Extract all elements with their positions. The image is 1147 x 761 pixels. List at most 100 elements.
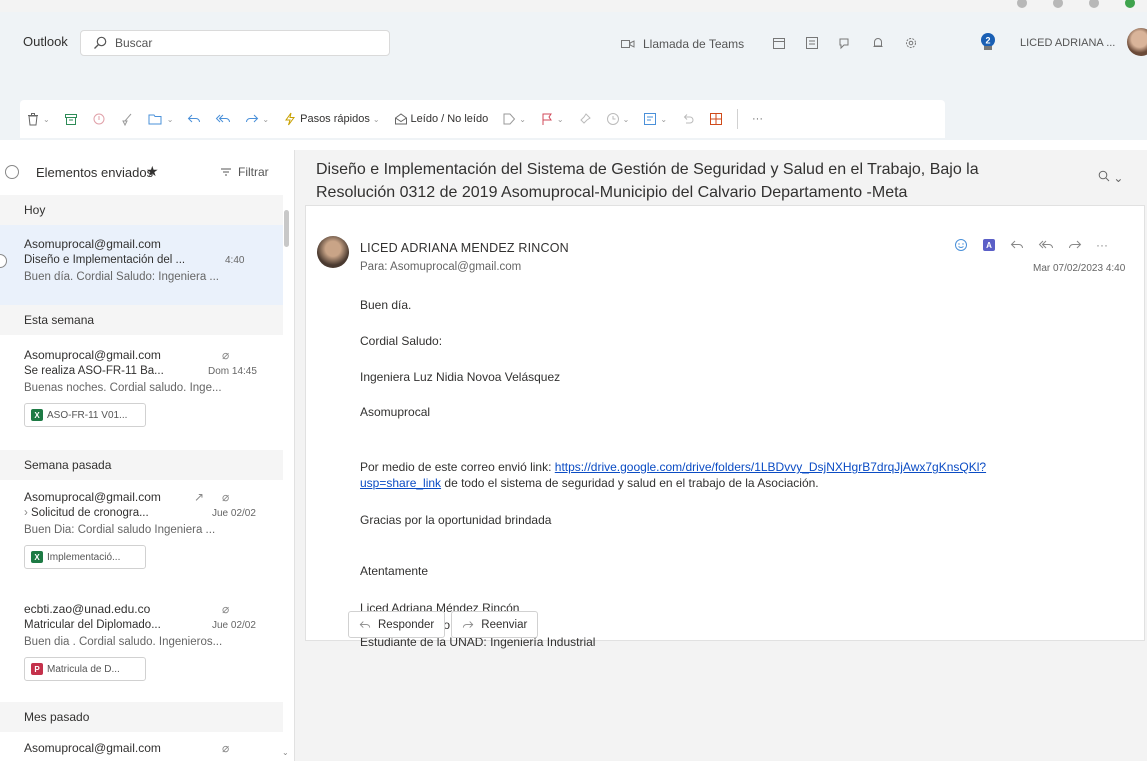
user-avatar[interactable] xyxy=(1127,28,1147,56)
search-input[interactable] xyxy=(115,36,355,50)
calendar-icon[interactable] xyxy=(770,34,788,52)
pdf-file-icon: P xyxy=(31,663,43,675)
reply-label: Responder xyxy=(378,618,435,631)
attachment-chip[interactable]: P Matricula de D... xyxy=(24,657,146,681)
excel-file-icon: X xyxy=(31,551,43,563)
bell-icon[interactable] xyxy=(869,34,887,52)
filter-button[interactable]: Filtrar xyxy=(220,165,269,179)
link-outro: de todo el sistema de seguridad y salud … xyxy=(441,476,819,490)
app-brand[interactable]: Outlook xyxy=(23,34,68,49)
list-scrollbar[interactable] xyxy=(284,210,289,247)
apps-button[interactable] xyxy=(709,112,723,126)
reply-all-icon[interactable] xyxy=(1038,238,1054,252)
reply-icon[interactable] xyxy=(1010,238,1024,252)
scroll-down-icon[interactable]: ⌄ xyxy=(282,748,289,757)
select-all-checkbox[interactable] xyxy=(5,165,19,179)
reply-button[interactable]: Responder xyxy=(348,611,446,638)
paperclip-icon: ⌀ xyxy=(222,490,230,504)
lightning-icon xyxy=(285,112,296,126)
browser-dot-icon[interactable] xyxy=(1089,0,1099,8)
body-link-paragraph: Por medio de este correo envió link: htt… xyxy=(360,459,1080,491)
move-to-button[interactable]: ⌄ xyxy=(148,112,173,126)
sender-avatar[interactable] xyxy=(317,236,349,268)
forward-button[interactable]: Reenviar xyxy=(451,611,539,638)
email-subject-line: Diseño e Implementación del Sistema de G… xyxy=(316,161,979,178)
teams-call-label: Llamada de Teams xyxy=(643,37,745,51)
forward-label: Reenviar xyxy=(481,618,528,631)
pin-button[interactable] xyxy=(578,112,592,126)
sender-name[interactable]: LICED ADRIANA MENDEZ RINCON xyxy=(360,241,569,255)
group-header-today[interactable]: Hoy xyxy=(0,195,283,225)
tips-button[interactable]: 2 xyxy=(977,31,999,56)
gear-icon[interactable] xyxy=(902,34,920,52)
forwarded-icon: ↗ xyxy=(194,490,205,504)
list-item[interactable]: Asomuprocal@gmail.com ⌀ Se realiza ASO-F… xyxy=(0,348,283,443)
teams-app-icon[interactable]: A xyxy=(982,238,996,252)
browser-dot-icon[interactable] xyxy=(1053,0,1063,8)
drive-link-continued[interactable]: usp=share_link xyxy=(360,476,441,490)
svg-text:2: 2 xyxy=(985,36,990,46)
list-item[interactable]: Asomuprocal@gmail.com ↗ ⌀ › Solicitud de… xyxy=(0,490,283,585)
emoji-icon[interactable] xyxy=(954,238,968,252)
list-item[interactable]: Asomuprocal@gmail.com Diseño e Implement… xyxy=(0,225,283,305)
archive-button[interactable] xyxy=(64,112,78,126)
user-name[interactable]: LICED ADRIANA ... xyxy=(1020,37,1115,49)
list-item[interactable]: ecbti.zao@unad.edu.co ⌀ Matricular del D… xyxy=(0,602,283,697)
group-header-this-week[interactable]: Esta semana xyxy=(0,305,283,335)
group-header-last-month[interactable]: Mes pasado xyxy=(0,702,283,732)
forward-icon[interactable] xyxy=(1068,238,1082,252)
broom-icon xyxy=(121,113,132,126)
excel-file-icon: X xyxy=(31,409,43,421)
more-actions-icon[interactable]: ··· xyxy=(1096,238,1108,252)
list-item[interactable]: Asomuprocal@gmail.com ⌀ xyxy=(0,741,283,761)
teams-call-button[interactable]: Llamada de Teams xyxy=(621,37,744,51)
link-intro: Por medio de este correo envió link: xyxy=(360,460,555,474)
pin-icon xyxy=(579,113,591,124)
message-sender: Asomuprocal@gmail.com xyxy=(24,741,161,755)
message-list-pane: Elementos enviados ★ Filtrar ⌄ Hoy Asomu… xyxy=(0,150,295,761)
message-list-header: Elementos enviados ★ Filtrar xyxy=(0,150,294,195)
message-sender: Asomuprocal@gmail.com xyxy=(24,348,161,362)
undo-button[interactable] xyxy=(681,112,695,126)
body-salute: Cordial Saludo: xyxy=(360,334,443,348)
snooze-button[interactable]: ⌄ xyxy=(606,112,629,126)
zoom-button[interactable]: ⌄ xyxy=(1098,170,1123,185)
attachment-chip[interactable]: X Implementació... xyxy=(24,545,146,569)
flag-button[interactable]: ⌄ xyxy=(540,112,564,126)
video-call-icon xyxy=(621,40,635,48)
favorite-star-icon[interactable]: ★ xyxy=(146,163,159,180)
search-box[interactable] xyxy=(80,30,390,56)
reply-all-button[interactable] xyxy=(215,112,231,126)
clock-icon xyxy=(606,113,619,125)
rules-button[interactable]: ⌄ xyxy=(643,112,667,126)
paperclip-icon: ⌀ xyxy=(222,348,230,362)
report-button[interactable] xyxy=(92,112,106,126)
browser-dot-icon[interactable] xyxy=(1125,0,1135,8)
read-unread-label: Leído / No leído xyxy=(410,113,489,125)
reply-icon xyxy=(359,620,371,628)
paperclip-icon: ⌀ xyxy=(222,602,230,616)
quick-steps-button[interactable]: Pasos rápidos ⌄ xyxy=(283,112,380,126)
folder-title: Elementos enviados xyxy=(36,165,154,180)
reply-button[interactable] xyxy=(187,112,201,126)
chevron-right-icon[interactable]: › xyxy=(24,507,28,519)
delete-button[interactable]: ⌄ xyxy=(26,112,50,126)
categorize-button[interactable]: ⌄ xyxy=(502,112,526,126)
sweep-button[interactable] xyxy=(120,112,134,126)
drive-link[interactable]: https://drive.google.com/drive/folders/1… xyxy=(555,460,986,474)
share-icon[interactable] xyxy=(836,34,854,52)
more-options-button[interactable]: ··· xyxy=(752,113,763,125)
flag-icon xyxy=(542,113,552,125)
browser-dot-icon[interactable] xyxy=(1017,0,1027,8)
forward-button[interactable]: ⌄ xyxy=(245,112,269,126)
attachment-chip[interactable]: X ASO-FR-11 V01... xyxy=(24,403,146,427)
browser-url-strip xyxy=(0,0,1147,12)
ribbon: ⌄ ⌄ ⌄ Pasos rápidos ⌄ Leído / No leído ⌄ … xyxy=(0,76,1147,140)
attachment-name: ASO-FR-11 V01... xyxy=(47,409,128,421)
group-header-last-week[interactable]: Semana pasada xyxy=(0,450,283,480)
body-thanks: Gracias por la oportunidad brindada xyxy=(360,513,552,527)
word-icon[interactable] xyxy=(803,34,821,52)
rules-icon xyxy=(644,113,657,125)
read-unread-button[interactable]: Leído / No leído xyxy=(394,112,489,126)
paperclip-icon: ⌀ xyxy=(222,741,230,755)
